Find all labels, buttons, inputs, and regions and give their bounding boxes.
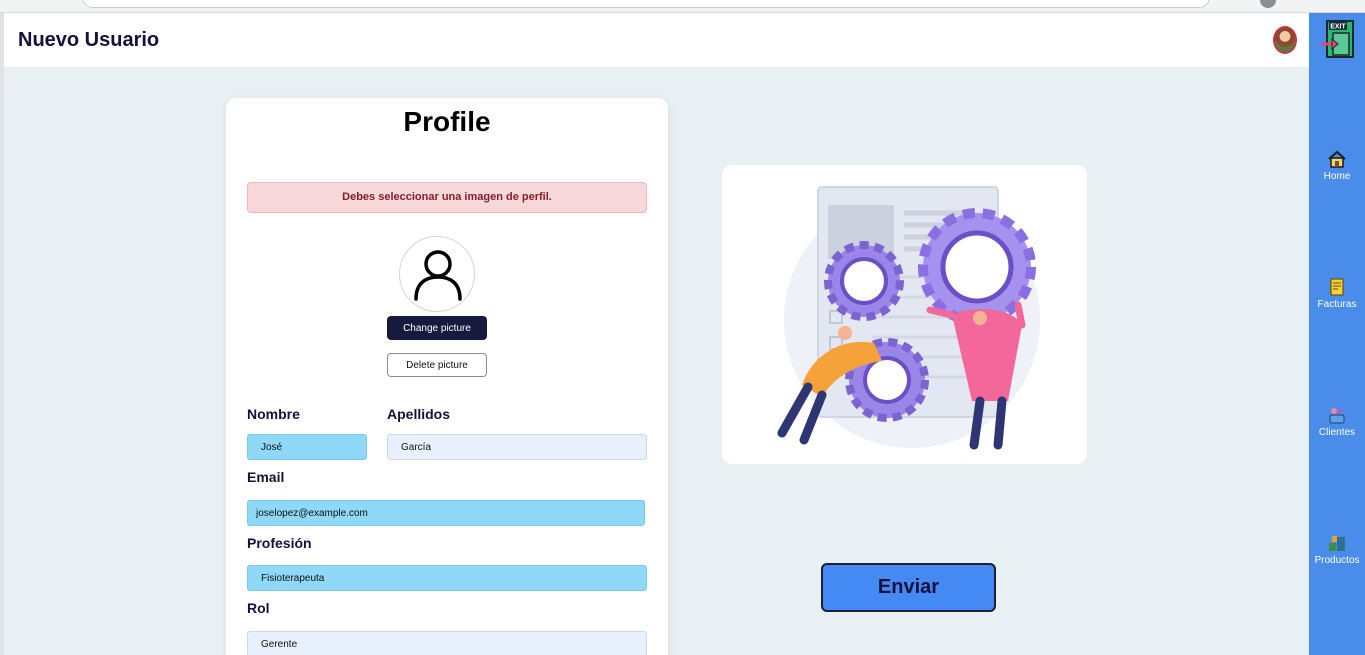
- nombre-field[interactable]: José: [247, 434, 367, 460]
- clients-icon: [1329, 408, 1345, 424]
- rol-field[interactable]: Gerente: [247, 631, 647, 655]
- sidebar-item-home[interactable]: Home: [1309, 149, 1365, 182]
- apellidos-label: Apellidos: [387, 406, 451, 422]
- settings-illustration: [722, 165, 1087, 464]
- sidebar-item-label: Home: [1323, 171, 1351, 182]
- rol-label: Rol: [247, 600, 270, 616]
- change-picture-button[interactable]: Change picture: [387, 316, 487, 340]
- sidebar-item-productos[interactable]: Productos: [1309, 533, 1365, 566]
- top-header: Nuevo Usuario: [4, 13, 1309, 67]
- delete-picture-button[interactable]: Delete picture: [387, 353, 487, 377]
- sidebar-item-facturas[interactable]: Facturas: [1309, 277, 1365, 310]
- profile-picture[interactable]: [399, 236, 475, 312]
- invoice-icon: [1330, 278, 1344, 296]
- browser-toolbar: [0, 0, 1365, 13]
- profile-heading: Profile: [403, 106, 491, 137]
- page-title: Nuevo Usuario: [18, 29, 160, 51]
- exit-icon[interactable]: EXIT: [1319, 19, 1355, 59]
- enviar-button[interactable]: Enviar: [821, 563, 996, 612]
- user-icon: [414, 250, 462, 301]
- app-window: Nuevo Usuario EXIT Home Facturas Cliente…: [4, 13, 1365, 655]
- gears-illustration: [777, 186, 1040, 450]
- sidebar-item-label: Facturas: [1317, 299, 1357, 310]
- exit-text: EXIT: [1330, 24, 1346, 31]
- user-avatar[interactable]: [1273, 26, 1297, 54]
- email-label: Email: [247, 469, 285, 485]
- nombre-label: Nombre: [247, 406, 300, 422]
- profesion-label: Profesión: [247, 535, 312, 551]
- address-bar[interactable]: [82, 0, 1210, 8]
- sidebar-item-label: Productos: [1314, 555, 1360, 566]
- profile-card: Profile Debes seleccionar una imagen de …: [226, 98, 668, 655]
- sidebar-item-label: Clientes: [1318, 427, 1356, 438]
- profesion-field[interactable]: Fisioterapeuta: [247, 565, 647, 591]
- email-field[interactable]: joselopez@example.com: [247, 500, 645, 526]
- house-icon: [1328, 150, 1346, 168]
- apellidos-field[interactable]: García: [387, 434, 647, 460]
- right-sidebar: EXIT Home Facturas Clientes Productos: [1309, 13, 1365, 655]
- sidebar-item-clientes[interactable]: Clientes: [1309, 405, 1365, 438]
- profile-icon[interactable]: [1260, 0, 1276, 8]
- profile-image-alert: Debes seleccionar una imagen de perfil.: [247, 182, 647, 213]
- products-icon: [1329, 536, 1345, 551]
